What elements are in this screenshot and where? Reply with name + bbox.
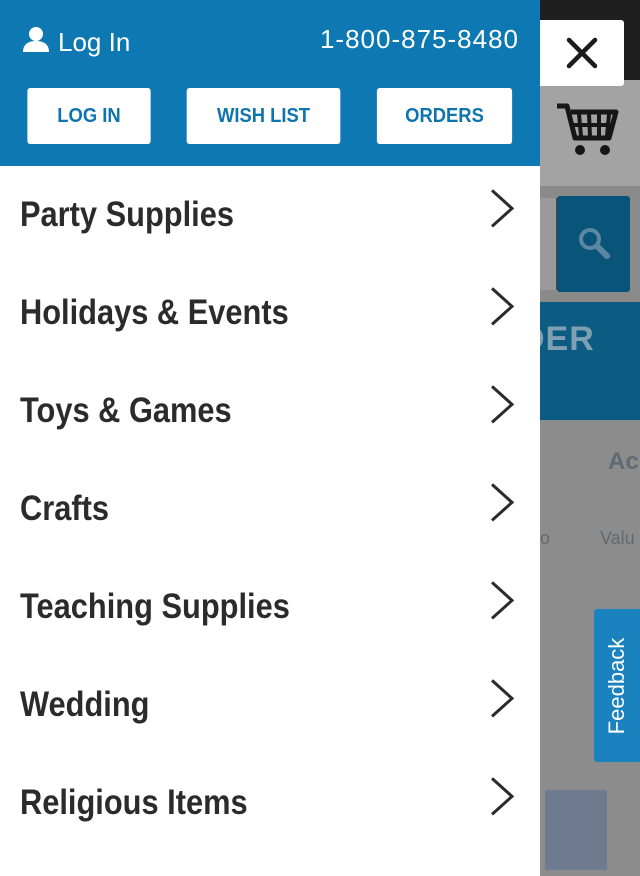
menu-item-crafts[interactable]: Crafts <box>0 460 540 558</box>
background-text-fragment: Valu <box>600 528 635 548</box>
orders-button[interactable]: ORDERS <box>376 88 513 144</box>
cart-icon[interactable] <box>555 100 619 162</box>
background-text-fragment: Ac <box>608 448 639 475</box>
menu-item-label: Party Supplies <box>20 195 234 234</box>
user-icon <box>22 26 58 59</box>
navigation-drawer: Log In 1-800-875-8480 LOG IN WISH LIST O… <box>0 0 540 876</box>
login-link-label: Log In <box>58 27 131 57</box>
background-search-button[interactable] <box>557 196 630 292</box>
menu-item-label: Crafts <box>20 489 110 528</box>
menu-item-label: Holidays & Events <box>20 293 289 332</box>
drawer-header: Log In 1-800-875-8480 LOG IN WISH LIST O… <box>0 0 540 166</box>
menu-item-religious-items[interactable]: Religious Items <box>0 754 540 852</box>
wish-list-button[interactable]: WISH LIST <box>186 88 341 144</box>
chevron-right-icon <box>488 481 516 527</box>
menu-item-label: Wedding <box>20 685 150 724</box>
close-menu-button[interactable] <box>540 20 624 86</box>
menu-item-wedding[interactable]: Wedding <box>0 656 540 754</box>
menu-item-holidays-events[interactable]: Holidays & Events <box>0 264 540 362</box>
menu-item-label: Religious Items <box>20 783 248 822</box>
chevron-right-icon <box>488 579 516 625</box>
menu-item-label: Toys & Games <box>20 391 232 430</box>
phone-number[interactable]: 1-800-875-8480 <box>320 24 519 55</box>
chevron-right-icon <box>488 187 516 233</box>
menu-item-teaching-supplies[interactable]: Teaching Supplies <box>0 558 540 656</box>
background-product-image <box>545 790 607 870</box>
menu-item-label: Teaching Supplies <box>20 587 290 626</box>
chevron-right-icon <box>488 775 516 821</box>
chevron-right-icon <box>488 677 516 723</box>
menu-item-party-supplies[interactable]: Party Supplies <box>0 166 540 264</box>
login-button[interactable]: LOG IN <box>27 88 151 144</box>
chevron-right-icon <box>488 383 516 429</box>
feedback-label: Feedback <box>604 637 629 734</box>
feedback-tab[interactable]: Feedback <box>594 609 640 762</box>
background-text-fragment: o <box>540 528 551 548</box>
chevron-right-icon <box>488 285 516 331</box>
login-link[interactable]: Log In <box>22 26 130 59</box>
menu-item-toys-games[interactable]: Toys & Games <box>0 362 540 460</box>
category-menu: Party Supplies Holidays & Events Toys & … <box>0 166 540 852</box>
